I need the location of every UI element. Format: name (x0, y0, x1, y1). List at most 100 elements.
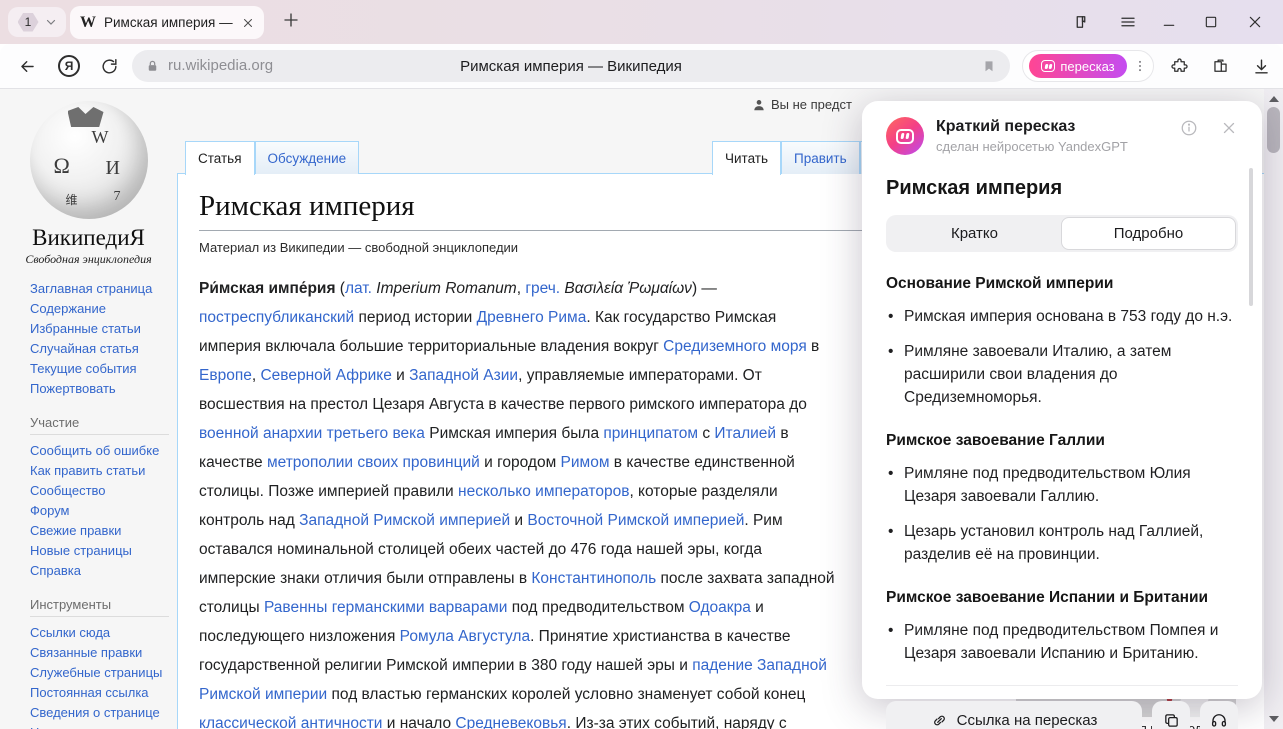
sidebar-divider (30, 434, 169, 435)
article-link[interactable]: Равенны (264, 599, 327, 616)
user-status[interactable]: Вы не предст (752, 97, 852, 112)
extensions-puzzle-icon[interactable] (1170, 57, 1189, 76)
summary-section: Основание Римской империи Римская импери… (886, 275, 1238, 409)
sidebar-link[interactable]: Свежие правки (30, 521, 177, 541)
tab-counter-button[interactable]: 1 (8, 7, 66, 37)
article-link[interactable]: германскими варварами (332, 599, 508, 616)
wikipedia-logo[interactable]: Ω W И 7 维 (30, 101, 148, 219)
summary-mode-switch: Кратко Подробно (886, 215, 1238, 252)
summary-bullet: Римляне под предводительством Юлия Цезар… (886, 462, 1238, 508)
sidebar-link[interactable]: Справка (30, 561, 177, 581)
close-window-icon[interactable] (1247, 13, 1263, 31)
article-link[interactable]: Восточной Римской империей (527, 512, 744, 529)
copy-link-button[interactable]: Ссылка на пересказ (886, 701, 1142, 729)
sidebar-link[interactable]: Как править статьи (30, 461, 177, 481)
article-link[interactable]: Константинополь (531, 570, 656, 587)
sidebar-link[interactable]: Случайная статья (30, 339, 177, 359)
article-link[interactable]: постреспубликанский (199, 309, 354, 326)
sidebar-link[interactable]: Постоянная ссылка (30, 683, 177, 703)
tab-brief[interactable]: Кратко (888, 217, 1061, 250)
panel-close-icon[interactable] (1220, 119, 1238, 137)
article-link[interactable]: греч. (525, 280, 560, 297)
address-bar-page-title: Римская империя — Википедия (132, 58, 1010, 75)
sidebar-link[interactable]: Текущие события (30, 359, 177, 379)
article-link[interactable]: Италией (714, 425, 776, 442)
collections-icon[interactable] (1211, 57, 1230, 76)
minimize-icon[interactable] (1161, 13, 1177, 31)
sidebar-link[interactable]: Пожертвовать (30, 379, 177, 399)
sidebar-link[interactable]: Содержание (30, 299, 177, 319)
wikipedia-favicon: W (80, 14, 96, 32)
sidebar-link[interactable]: Сообщество (30, 481, 177, 501)
user-status-label: Вы не предст (771, 97, 852, 112)
pereskaz-menu-icon[interactable] (1133, 59, 1147, 73)
info-icon[interactable] (1180, 119, 1198, 137)
article-tabs-left: Статья Обсуждение (185, 141, 359, 175)
tab-close-icon[interactable] (242, 17, 254, 29)
sidebar-link[interactable]: Цитировать страницу (30, 723, 177, 729)
scroll-up-icon[interactable] (1269, 96, 1279, 102)
back-icon[interactable] (18, 57, 37, 76)
tab-edit[interactable]: Править (781, 141, 860, 174)
article-link[interactable]: лат. (345, 280, 372, 297)
tab-detailed[interactable]: Подробно (1061, 217, 1236, 250)
summary-section: Римское завоевание Галлии Римляне под пр… (886, 432, 1238, 566)
sidebar-link[interactable]: Служебные страницы (30, 663, 177, 683)
panel-scrollbar-thumb[interactable] (1249, 168, 1253, 306)
article-link[interactable]: принципатом (603, 425, 698, 442)
listen-button[interactable] (1200, 701, 1238, 729)
article-link[interactable]: метрополии своих провинций (267, 454, 480, 471)
tab-article[interactable]: Статья (185, 141, 255, 175)
panel-article-title: Римская империя (886, 177, 1238, 200)
person-icon (752, 98, 766, 112)
sidebar-link[interactable]: Ссылки сюда (30, 623, 177, 643)
panel-footer: Ссылка на пересказ (886, 701, 1238, 729)
new-tab-button[interactable] (282, 11, 300, 29)
article-link[interactable]: Древнего Рима (477, 309, 587, 326)
tab-discussion[interactable]: Обсуждение (255, 141, 360, 174)
article-link[interactable]: Средиземного моря (663, 338, 807, 355)
article-link[interactable]: Западной Азии (409, 367, 518, 384)
scrollbar-thumb[interactable] (1267, 107, 1280, 153)
refresh-icon[interactable] (100, 57, 119, 76)
download-icon[interactable] (1252, 57, 1271, 76)
article-link[interactable]: несколько императоров (458, 483, 629, 500)
sidebar-link[interactable]: Форум (30, 501, 177, 521)
page-scrollbar[interactable] (1264, 89, 1283, 729)
article-link[interactable]: Ромула Августула (400, 628, 530, 645)
browser-tab-bar: 1 W Римская империя — В (0, 0, 1283, 44)
bookmark-flag-icon[interactable] (982, 58, 996, 74)
wikipedia-tagline: Свободная энциклопедия (0, 252, 177, 267)
sidebar-link[interactable]: Сообщить об ошибке (30, 441, 177, 461)
scroll-down-icon[interactable] (1269, 716, 1279, 722)
article-link[interactable]: военной анархии третьего века (199, 425, 425, 442)
pereskaz-gradient-icon (886, 117, 924, 155)
summary-bullet: Римляне завоевали Италию, а затем расшир… (886, 340, 1238, 409)
sidebar-link[interactable]: Заглавная страница (30, 279, 177, 299)
side-panels-icon[interactable] (1072, 13, 1090, 31)
copy-text-button[interactable] (1152, 701, 1190, 729)
article-link[interactable]: Средневековья (455, 715, 566, 729)
panel-subtitle: сделан нейросетью YandexGPT (936, 139, 1168, 154)
sidebar-link[interactable]: Сведения о странице (30, 703, 177, 723)
panel-header: Краткий пересказ сделан нейросетью Yande… (886, 117, 1238, 155)
maximize-icon[interactable] (1203, 13, 1219, 31)
article-link[interactable]: Северной Африке (260, 367, 391, 384)
article-link[interactable]: Западной Римской империей (299, 512, 510, 529)
sidebar-divider (30, 616, 169, 617)
article-link[interactable]: Одоакра (689, 599, 751, 616)
browser-tab[interactable]: W Римская империя — В (70, 6, 264, 39)
summary-bullet: Цезарь установил контроль над Галлией, р… (886, 520, 1238, 566)
sidebar-link[interactable]: Связанные правки (30, 643, 177, 663)
wikipedia-wordmark[interactable]: ВикипедиЯ (0, 225, 177, 251)
tab-read[interactable]: Читать (712, 141, 781, 175)
menu-icon[interactable] (1119, 13, 1137, 31)
sidebar-link[interactable]: Новые страницы (30, 541, 177, 561)
yandex-icon[interactable]: Я (58, 55, 80, 77)
article-link[interactable]: классической античности (199, 715, 382, 729)
address-bar[interactable]: ru.wikipedia.org Римская империя — Викип… (132, 50, 1010, 82)
pereskaz-button[interactable]: пересказ (1029, 54, 1127, 78)
sidebar-link[interactable]: Избранные статьи (30, 319, 177, 339)
article-link[interactable]: Европе (199, 367, 252, 384)
article-link[interactable]: Римом (561, 454, 610, 471)
